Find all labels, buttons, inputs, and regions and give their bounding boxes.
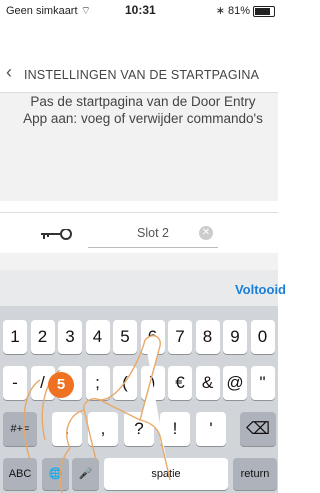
- page-title: INSTELLINGEN VAN DE STARTPAGINA: [24, 68, 260, 82]
- battery-icon: [253, 6, 275, 17]
- status-bar: Geen simkaart ⌔ 10:31 ∗ 81%: [0, 0, 278, 22]
- battery-fill: [255, 8, 270, 15]
- description-area: Pas de startpagina van de Door Entry App…: [0, 93, 278, 201]
- key-9[interactable]: 9: [223, 320, 247, 354]
- row-spacer: [0, 253, 278, 270]
- clear-icon[interactable]: ✕: [199, 226, 213, 240]
- carrier-label: Geen simkaart ⌔: [6, 5, 91, 17]
- back-chevron-icon[interactable]: ‹: [6, 62, 12, 83]
- done-button[interactable]: Voltooid: [235, 282, 286, 297]
- backspace-key[interactable]: ⌫: [240, 412, 276, 446]
- description-text: Pas de startpagina van de Door Entry App…: [23, 94, 263, 126]
- key-icon: [41, 229, 72, 240]
- command-row: ✕: [0, 212, 278, 253]
- wifi-icon: ⌔: [80, 5, 91, 17]
- pointing-hand-illustration: [23, 335, 171, 493]
- key-symbol-9[interactable]: ": [250, 366, 275, 400]
- navigation-bar: ‹ INSTELLINGEN VAN DE STARTPAGINA: [0, 52, 278, 93]
- battery-label: ∗ 81%: [215, 5, 250, 17]
- step-badge: 5: [48, 372, 74, 398]
- bluetooth-icon: ∗: [215, 5, 225, 17]
- return-key[interactable]: return: [233, 458, 277, 490]
- key-symbol-8[interactable]: @: [223, 366, 247, 400]
- keyboard-accessory-bar: Voltooid: [0, 270, 286, 306]
- key-0[interactable]: 0: [250, 320, 275, 354]
- status-time: 10:31: [125, 3, 156, 17]
